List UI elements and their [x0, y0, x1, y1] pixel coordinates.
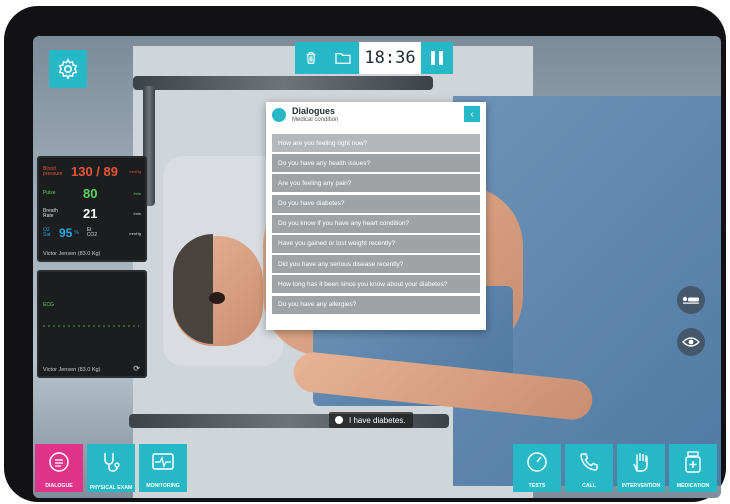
tab-tests[interactable]: TESTS: [513, 444, 561, 492]
ecg-patient-name: Victor Jensen (83.0 Kg): [43, 367, 101, 373]
co2-unit: mmHg: [129, 230, 141, 236]
collapse-button[interactable]: ‹: [464, 106, 480, 122]
bed-rail-top: [133, 76, 433, 90]
phone-icon: [577, 450, 601, 474]
refresh-icon[interactable]: ⟳: [133, 364, 140, 373]
folder-icon: [335, 53, 351, 64]
speech-caption: I have diabetes.: [329, 412, 414, 428]
medicine-bottle-icon: [681, 450, 705, 474]
breath-label: Breath Rate: [43, 207, 58, 219]
tab-physical-exam-label: PHYSICAL EXAM: [89, 485, 133, 491]
ecg-label: ECG: [43, 302, 54, 308]
pulse-value: 80: [83, 186, 98, 201]
question-item[interactable]: How long has it been since you know abou…: [272, 275, 480, 294]
tab-intervention[interactable]: INTERVENTION: [617, 444, 665, 492]
tab-call-label: CALL: [582, 483, 596, 489]
eye-icon: [682, 337, 700, 347]
tab-call[interactable]: CALL: [565, 444, 613, 492]
question-list: How are you feeling right now? Do you ha…: [272, 134, 480, 316]
dialogues-title: Dialogues: [292, 106, 336, 116]
lying-person-icon: [682, 296, 699, 304]
speaker-dot-icon: [335, 416, 343, 424]
tab-dialogue-label: DIALOGUE: [45, 483, 73, 489]
dialogues-header: Dialogues Medical condition ‹: [266, 102, 486, 130]
bp-row: Blood pressure 130 / 89 mmHg: [43, 164, 141, 179]
gear-icon: [58, 58, 78, 80]
chevron-left-icon: ‹: [470, 108, 474, 120]
tab-monitoring[interactable]: MONITORING: [139, 444, 187, 492]
tab-dialogue[interactable]: DIALOGUE: [35, 444, 83, 492]
patient-position-button[interactable]: [677, 286, 705, 314]
bp-unit: mmHg: [129, 169, 141, 174]
ecg-monitor[interactable]: ECG Victor Jensen (83.0 Kg) ⟳: [37, 270, 147, 378]
ecg-trace: [43, 325, 139, 327]
question-item[interactable]: Do you know if you have any heart condit…: [272, 214, 480, 233]
delete-button[interactable]: [295, 42, 327, 74]
question-item[interactable]: Do you have diabetes?: [272, 194, 480, 213]
pulse-label: Pulse: [43, 190, 56, 196]
patient-name: Victor Jensen (83.0 Kg): [43, 251, 101, 257]
tab-medication-label: MEDICATION: [676, 483, 710, 489]
pause-button[interactable]: [421, 42, 453, 74]
patient-mouth: [209, 292, 225, 304]
vitals-monitor[interactable]: Blood pressure 130 / 89 mmHg Pulse 80 /m…: [37, 156, 147, 262]
o2-unit: %: [74, 230, 79, 236]
tab-monitoring-label: MONITORING: [146, 483, 180, 489]
o2-label: O2 Sat: [43, 227, 51, 238]
dialogues-panel: Dialogues Medical condition ‹ How are yo…: [266, 102, 486, 330]
dialogues-subtitle: Medical condition: [292, 117, 339, 123]
bp-value: 130 / 89: [71, 164, 118, 179]
trash-icon: [306, 52, 316, 64]
tab-intervention-label: INTERVENTION: [621, 483, 661, 489]
chat-icon: [47, 450, 71, 474]
settings-button[interactable]: [49, 50, 87, 88]
bp-label: Blood pressure: [43, 165, 63, 177]
breath-value: 21: [83, 206, 98, 221]
question-item[interactable]: Do you have any allergies?: [272, 295, 480, 314]
question-item[interactable]: How are you feeling right now?: [272, 134, 480, 152]
question-item[interactable]: Do you have any health issues?: [272, 154, 480, 173]
tab-medication[interactable]: MEDICATION: [669, 444, 717, 492]
stethoscope-icon: [99, 450, 123, 474]
question-item[interactable]: Did you have any serious disease recentl…: [272, 255, 480, 274]
top-toolbar: 18:36: [295, 42, 453, 74]
co2-label: Et CO2: [86, 227, 98, 238]
tab-physical-exam[interactable]: PHYSICAL EXAM: [87, 444, 135, 492]
o2-row: O2 Sat 95 % Et CO2 mmHg: [43, 226, 141, 240]
gauge-icon: [525, 450, 549, 474]
pulse-row: Pulse 80 /min: [43, 186, 141, 201]
pause-icon: [431, 51, 443, 65]
timer-display: 18:36: [359, 42, 421, 74]
breath-row: Breath Rate 21 /min: [43, 206, 141, 221]
question-item[interactable]: Have you gained or lost weight recently?: [272, 234, 480, 253]
question-item[interactable]: Are you feeling any pain?: [272, 174, 480, 193]
breath-unit: /min: [133, 211, 141, 216]
tab-tests-label: TESTS: [528, 483, 546, 489]
caption-text: I have diabetes.: [349, 415, 406, 425]
chat-bubble-icon: [272, 108, 286, 122]
o2-value: 95: [59, 226, 73, 240]
pulse-unit: /min: [133, 191, 141, 196]
tablet-frame: 18:36 Blood pressure 130 / 89 mmHg Pulse…: [4, 6, 726, 502]
heart-monitor-icon: [151, 450, 175, 474]
hand-icon: [629, 450, 653, 474]
simulation-screen: 18:36 Blood pressure 130 / 89 mmHg Pulse…: [33, 36, 721, 498]
view-toggle-button[interactable]: [677, 328, 705, 356]
open-folder-button[interactable]: [327, 42, 359, 74]
